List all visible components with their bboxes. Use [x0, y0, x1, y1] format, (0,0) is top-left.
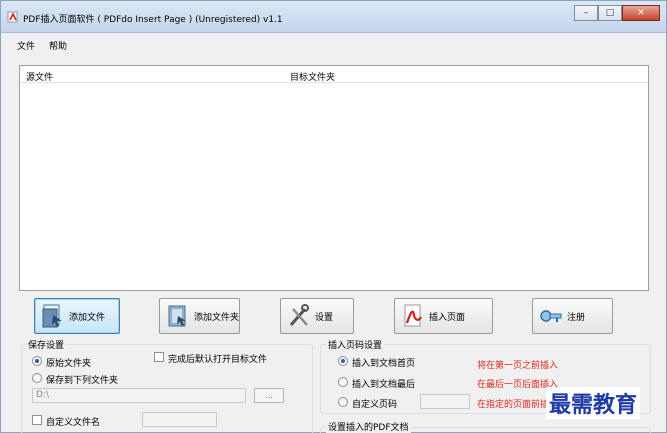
- original-folder-label: 原始文件夹: [46, 359, 92, 369]
- title-bar: PDF插入页面软件 ( PDFdo Insert Page ) (Unregis…: [1, 1, 666, 33]
- insert-first-label: 插入到文档首页: [352, 359, 416, 369]
- menu-bar: 文件 帮助: [1, 35, 666, 53]
- custom-filename-input[interactable]: [142, 412, 217, 427]
- pdf-app-icon: [7, 11, 18, 23]
- radio-insert-last[interactable]: [338, 377, 348, 387]
- browse-button[interactable]: ...: [254, 388, 284, 403]
- watermark-text: 最需教育: [546, 387, 641, 419]
- file-list[interactable]: 源文件 目标文件夹: [19, 65, 649, 291]
- add-folder-icon: [168, 305, 186, 327]
- settings-button[interactable]: 设置: [280, 298, 354, 334]
- settings-label: 设置: [315, 312, 334, 323]
- pdf-document-title: 设置插入的PDF文档: [326, 420, 411, 433]
- custom-page-input[interactable]: [420, 394, 470, 409]
- add-file-button[interactable]: 添加文件: [34, 298, 120, 334]
- menu-file[interactable]: 文件: [17, 39, 35, 52]
- add-file-icon: [42, 304, 62, 328]
- folder-path-input[interactable]: D:\: [32, 388, 246, 403]
- register-button[interactable]: 注册: [532, 298, 613, 334]
- save-to-folder-label: 保存到下列文件夹: [46, 376, 119, 386]
- add-folder-button[interactable]: 添加文件夹: [159, 298, 240, 334]
- radio-custom-page[interactable]: [338, 397, 348, 407]
- radio-insert-first[interactable]: [338, 356, 348, 366]
- register-label: 注册: [567, 312, 586, 323]
- open-after-done-label: 完成后默认打开目标文件: [168, 355, 268, 365]
- app-window: PDF插入页面软件 ( PDFdo Insert Page ) (Unregis…: [0, 0, 667, 433]
- window-title: PDF插入页面软件 ( PDFdo Insert Page ) (Unregis…: [23, 15, 283, 25]
- checkbox-custom-filename[interactable]: [32, 415, 42, 425]
- hint-insert-first: 将在第一页之前插入: [477, 361, 559, 371]
- save-settings-title: 保存设置: [26, 338, 67, 351]
- menu-help[interactable]: 帮助: [49, 39, 67, 52]
- tools-icon: [289, 304, 309, 326]
- custom-filename-label: 自定义文件名: [46, 418, 101, 428]
- insert-page-button[interactable]: 插入页面: [394, 298, 493, 334]
- minimize-button[interactable]: –: [574, 5, 598, 21]
- insert-last-label: 插入到文档最后: [352, 380, 416, 390]
- maximize-button[interactable]: □: [598, 5, 622, 21]
- insert-page-label: 插入页面: [429, 312, 466, 323]
- radio-save-to-folder[interactable]: [32, 373, 42, 383]
- custom-page-label: 自定义页码: [352, 400, 398, 410]
- add-file-label: 添加文件: [69, 312, 106, 323]
- header-divider: [20, 82, 648, 83]
- checkbox-open-after-done[interactable]: [154, 352, 164, 362]
- add-folder-label: 添加文件夹: [193, 312, 239, 323]
- window-controls: – □ ✕: [574, 5, 660, 21]
- pdf-insert-icon: [404, 304, 422, 327]
- key-icon: [540, 310, 562, 322]
- insert-settings-title: 插入页码设置: [326, 338, 385, 351]
- radio-original-folder[interactable]: [32, 356, 42, 366]
- close-button[interactable]: ✕: [622, 5, 660, 21]
